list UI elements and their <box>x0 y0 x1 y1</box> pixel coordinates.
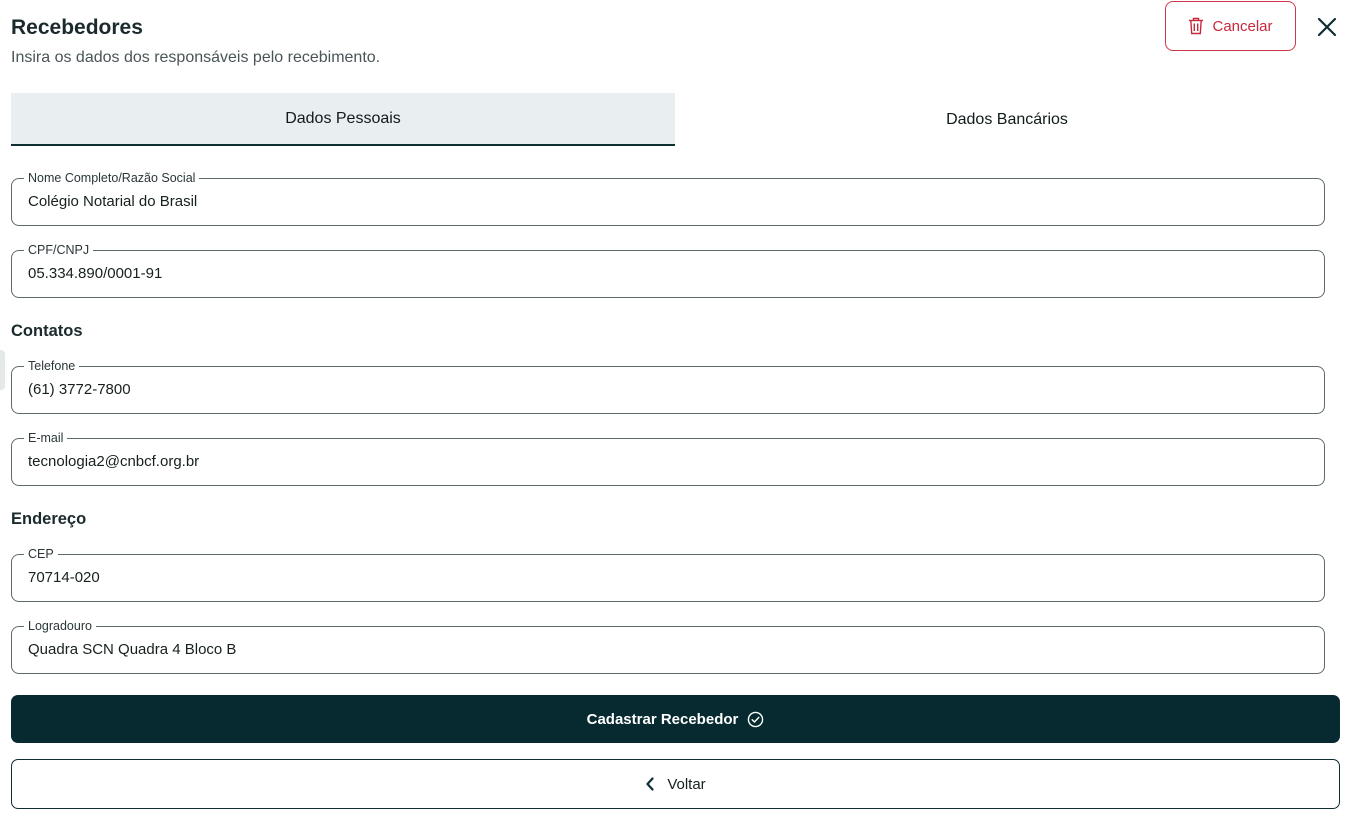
voltar-label: Voltar <box>667 775 706 793</box>
cancel-button[interactable]: Cancelar <box>1165 1 1296 51</box>
chevron-left-icon <box>646 777 654 791</box>
telefone-input[interactable]: (61) 3772-7800 <box>28 381 1308 398</box>
section-title-contatos: Contatos <box>11 322 83 340</box>
check-circle-icon <box>748 711 764 727</box>
tab-bar: Dados Pessoais Dados Bancários <box>11 93 1339 146</box>
page-title: Recebedores <box>11 16 143 39</box>
nome-field-label: Nome Completo/Razão Social <box>24 171 200 185</box>
page-subtitle: Insira os dados dos responsáveis pelo re… <box>11 49 381 66</box>
tab-dados-bancarios[interactable]: Dados Bancários <box>675 93 1339 146</box>
logradouro-input[interactable]: Quadra SCN Quadra 4 Bloco B <box>28 641 1308 658</box>
tab-dados-pessoais[interactable]: Dados Pessoais <box>11 93 675 146</box>
side-scroll-handle[interactable] <box>0 350 5 390</box>
section-title-endereco: Endereço <box>11 510 87 528</box>
logradouro-field[interactable]: Logradouro Quadra SCN Quadra 4 Bloco B <box>11 619 1325 674</box>
cancel-button-label: Cancelar <box>1212 17 1273 35</box>
cadastrar-recebedor-button[interactable]: Cadastrar Recebedor <box>11 695 1340 743</box>
email-input[interactable]: tecnologia2@cnbcf.org.br <box>28 453 1308 470</box>
nome-input[interactable]: Colégio Notarial do Brasil <box>28 193 1308 210</box>
cep-input[interactable]: 70714-020 <box>28 569 1308 586</box>
email-field-label: E-mail <box>24 431 68 445</box>
telefone-field-label: Telefone <box>24 359 80 373</box>
cpf-cnpj-field[interactable]: CPF/CNPJ 05.334.890/0001-91 <box>11 243 1325 298</box>
trash-icon <box>1189 17 1204 35</box>
cpf-cnpj-field-label: CPF/CNPJ <box>24 243 94 257</box>
close-icon[interactable] <box>1314 14 1340 40</box>
email-field[interactable]: E-mail tecnologia2@cnbcf.org.br <box>11 431 1325 486</box>
cpf-cnpj-input[interactable]: 05.334.890/0001-91 <box>28 265 1308 282</box>
cadastrar-recebedor-label: Cadastrar Recebedor <box>586 710 739 728</box>
cep-field[interactable]: CEP 70714-020 <box>11 547 1325 602</box>
nome-field[interactable]: Nome Completo/Razão Social Colégio Notar… <box>11 171 1325 226</box>
logradouro-field-label: Logradouro <box>24 619 96 633</box>
cep-field-label: CEP <box>24 547 58 561</box>
telefone-field[interactable]: Telefone (61) 3772-7800 <box>11 359 1325 414</box>
voltar-button[interactable]: Voltar <box>11 759 1340 809</box>
